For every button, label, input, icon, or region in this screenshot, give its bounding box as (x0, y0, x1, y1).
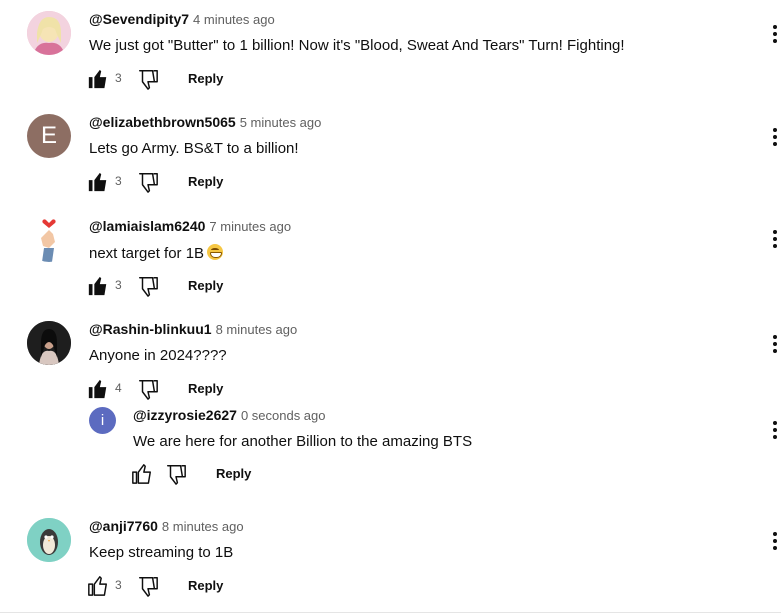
comment-text: Lets go Army. BS&T to a billion! (89, 140, 299, 157)
finger-heart-avatar-image (41, 219, 56, 262)
timestamp[interactable]: 0 seconds ago (241, 408, 326, 423)
like-icon[interactable] (131, 463, 153, 485)
author-name[interactable]: @Rashin-blinkuu1 (89, 321, 212, 337)
avatar[interactable] (27, 11, 71, 55)
comment-text: next target for 1B (89, 244, 224, 262)
grinning-face-emoji-icon (207, 244, 224, 260)
reply-button[interactable]: Reply (188, 174, 223, 189)
like-count: 3 (115, 578, 122, 592)
author-name[interactable]: @elizabethbrown5065 (89, 114, 236, 130)
like-icon[interactable] (87, 171, 109, 193)
comment-header: @anji7760 8 minutes ago (89, 518, 244, 536)
comment-header: @lamiaislam6240 7 minutes ago (89, 218, 291, 236)
penguin-avatar-image (27, 518, 71, 562)
avatar[interactable]: E (27, 114, 71, 158)
comment-text: Anyone in 2024???? (89, 347, 227, 364)
reply-button[interactable]: Reply (216, 466, 251, 481)
comment-text-content: next target for 1B (89, 245, 205, 262)
avatar[interactable] (27, 218, 71, 262)
avatar[interactable]: i (89, 407, 116, 434)
comment-header: @izzyrosie2627 0 seconds ago (133, 407, 326, 425)
author-name[interactable]: @lamiaislam6240 (89, 218, 205, 234)
timestamp[interactable]: 5 minutes ago (240, 115, 322, 130)
dislike-icon[interactable] (137, 378, 159, 400)
like-icon[interactable] (87, 378, 109, 400)
dislike-icon[interactable] (137, 171, 159, 193)
more-options-icon[interactable] (771, 128, 779, 148)
comment-header: @Rashin-blinkuu1 8 minutes ago (89, 321, 297, 339)
reply-button[interactable]: Reply (188, 278, 223, 293)
author-name[interactable]: @anji7760 (89, 518, 158, 534)
comment-text: Keep streaming to 1B (89, 544, 234, 561)
like-icon[interactable] (87, 68, 109, 90)
dislike-icon[interactable] (137, 68, 159, 90)
timestamp[interactable]: 8 minutes ago (216, 322, 298, 337)
reply-button[interactable]: Reply (188, 71, 223, 86)
author-name[interactable]: @Sevendipity7 (89, 11, 189, 27)
timestamp[interactable]: 8 minutes ago (162, 519, 244, 534)
dislike-icon[interactable] (165, 463, 187, 485)
more-options-icon[interactable] (771, 230, 779, 250)
reply-button[interactable]: Reply (188, 578, 223, 593)
reply-button[interactable]: Reply (188, 381, 223, 396)
more-options-icon[interactable] (771, 421, 779, 441)
comment-header: @Sevendipity7 4 minutes ago (89, 11, 275, 29)
like-count: 3 (115, 174, 122, 188)
like-icon[interactable] (87, 275, 109, 297)
more-options-icon[interactable] (771, 532, 779, 552)
avatar-letter: E (40, 122, 57, 149)
like-count: 3 (115, 278, 122, 292)
avatar-letter: i (100, 412, 105, 429)
comment-text: We just got "Butter" to 1 billion! Now i… (89, 37, 625, 54)
avatar[interactable] (27, 321, 71, 365)
dislike-icon[interactable] (137, 275, 159, 297)
timestamp[interactable]: 4 minutes ago (193, 12, 275, 27)
like-count: 3 (115, 71, 122, 85)
like-icon[interactable] (87, 575, 109, 597)
comment-text: We are here for another Billion to the a… (133, 433, 473, 450)
avatar-image (27, 11, 71, 55)
like-count: 4 (115, 381, 122, 395)
comment-header: @elizabethbrown5065 5 minutes ago (89, 114, 321, 132)
timestamp[interactable]: 7 minutes ago (209, 219, 291, 234)
more-options-icon[interactable] (771, 335, 779, 355)
avatar-image (27, 321, 71, 365)
avatar[interactable] (27, 518, 71, 562)
author-name[interactable]: @izzyrosie2627 (133, 407, 237, 423)
more-options-icon[interactable] (771, 25, 779, 45)
dislike-icon[interactable] (137, 575, 159, 597)
